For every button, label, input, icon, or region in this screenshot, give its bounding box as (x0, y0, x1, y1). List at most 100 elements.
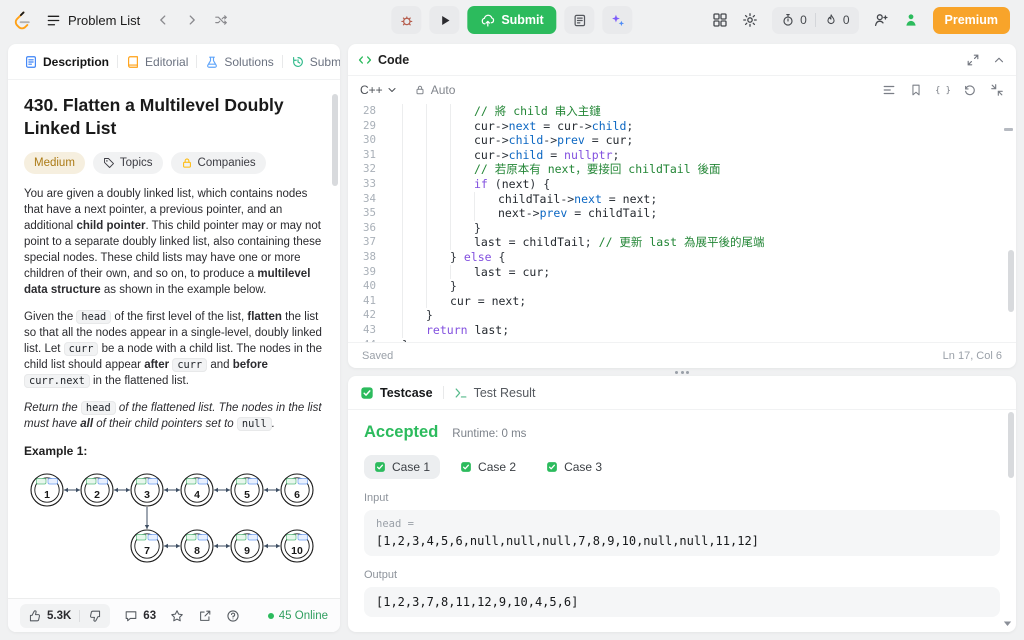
comment-count: 63 (143, 609, 157, 622)
streak-button[interactable]: 0 (824, 13, 850, 27)
auto-label: Auto (430, 83, 456, 97)
notes-button[interactable] (564, 6, 595, 34)
help-icon (227, 609, 239, 622)
input-box[interactable]: head = [1,2,3,4,5,6,null,null,null,7,8,9… (364, 510, 1000, 556)
tab-solutions[interactable]: Solutions (197, 44, 281, 79)
code-line: 39 last = cur; (348, 264, 1008, 280)
ai-assistant-button[interactable] (602, 6, 633, 34)
leetcode-logo[interactable] (12, 10, 33, 31)
timer-button[interactable]: 0 (781, 13, 807, 27)
overview-ruler-mark (1004, 128, 1013, 131)
inline-code: curr (63, 341, 99, 356)
random-problem-button[interactable] (214, 13, 228, 27)
dislike-button[interactable] (88, 609, 102, 623)
code-line: 37 last = childTail; // 更新 last 為展平後的尾端 (348, 235, 1008, 250)
line-number: 30 (362, 133, 376, 147)
undo-icon[interactable] (963, 83, 977, 97)
debug-bug-icon (400, 15, 412, 25)
editor-toolbar: C++ Auto { } (348, 76, 1016, 104)
next-problem-button[interactable] (185, 13, 199, 27)
comments-button[interactable]: 63 (124, 609, 156, 623)
auto-toggle[interactable]: Auto (414, 83, 456, 97)
debug-button[interactable] (391, 6, 422, 34)
help-button[interactable] (226, 609, 240, 623)
difficulty-badge[interactable]: Medium (24, 151, 85, 174)
invite-button[interactable] (873, 12, 889, 28)
line-number: 36 (362, 220, 376, 234)
bookmark-icon[interactable] (909, 83, 923, 97)
profile-button[interactable] (903, 12, 919, 28)
left-scrollbar-thumb[interactable] (332, 94, 338, 186)
share-button[interactable] (198, 609, 212, 623)
output-value: [1,2,3,7,8,11,12,9,10,4,5,6] (376, 595, 579, 609)
code-panel: Code C++ Auto { } 28// 將 child 串入主鏈29cur… (348, 44, 1016, 368)
tab-submissions[interactable]: Submissions (283, 44, 340, 79)
settings-button[interactable] (742, 12, 758, 28)
tab-description[interactable]: Description (16, 44, 117, 79)
description-paragraph: You are given a doubly linked list, whic… (24, 187, 322, 296)
submit-button[interactable]: Submit (467, 6, 557, 34)
code-line: 31 cur->child = nullptr; (348, 147, 1008, 163)
run-button[interactable] (429, 6, 460, 34)
code-editor[interactable]: 28// 將 child 串入主鏈 29 cur->next = cur->chil… (348, 104, 1008, 342)
tab-label: Solutions (224, 54, 274, 69)
problem-list-button[interactable]: Problem List (46, 13, 140, 28)
collapse-panel-icon[interactable] (992, 53, 1006, 67)
premium-button[interactable]: Premium (932, 6, 1010, 34)
companies-label: Companies (197, 156, 256, 169)
submissions-icon (292, 56, 303, 67)
check-square-icon (461, 462, 471, 472)
panel-resize-handle[interactable] (668, 368, 696, 376)
editorial-icon (128, 55, 138, 68)
list-node: 2 (80, 472, 114, 507)
braces-icon[interactable]: { } (936, 83, 950, 97)
tab-test-result[interactable]: Test Result (454, 386, 535, 400)
tab-testcase[interactable]: Testcase (360, 386, 433, 400)
code-line: 43 return last; (348, 322, 1008, 338)
topics-badge[interactable]: Topics (92, 151, 163, 174)
topbar-actions: Submit (391, 6, 633, 34)
scroll-down-icon[interactable] (1001, 617, 1014, 630)
tag-icon (103, 157, 114, 168)
output-box: [1,2,3,7,8,11,12,9,10,4,5,6] (364, 587, 1000, 617)
input-value[interactable]: [1,2,3,4,5,6,null,null,null,7,8,9,10,nul… (376, 534, 988, 548)
case-1-button[interactable]: Case 1 (364, 455, 441, 479)
case-3-button[interactable]: Case 3 (536, 455, 612, 479)
svg-text:2: 2 (94, 489, 100, 501)
expand-icon[interactable] (966, 53, 980, 67)
inline-code: curr.next (24, 373, 90, 388)
code-tab[interactable]: Code (358, 53, 409, 67)
tab-editorial[interactable]: Editorial (118, 44, 196, 79)
minimize-icon[interactable] (990, 83, 1004, 97)
line-number: 40 (362, 279, 376, 293)
case-label: Case 3 (564, 460, 603, 474)
problem-description: You are given a doubly linked list, whic… (24, 186, 324, 432)
code-icon (358, 55, 372, 64)
problem-content[interactable]: 430. Flatten a Multilevel Doubly Linked … (8, 80, 340, 598)
thumbs-down-icon (90, 610, 101, 622)
shuffle-icon (215, 15, 228, 25)
problem-footer: 5.3K 63 45 Online (8, 598, 340, 632)
language-selector[interactable]: C++ (360, 83, 398, 97)
input-field-name: head = (376, 518, 414, 530)
testcase-scrollbar-thumb[interactable] (1008, 412, 1014, 478)
editor-scrollbar-thumb[interactable] (1008, 250, 1014, 312)
description-paragraph: Given the head of the first level of the… (24, 309, 322, 388)
companies-badge[interactable]: Companies (170, 151, 266, 174)
case-label: Case 2 (478, 460, 517, 474)
result-row: Accepted Runtime: 0 ms (364, 423, 1000, 442)
inline-code: null (236, 416, 272, 431)
grid-icon (713, 13, 727, 27)
svg-text:7: 7 (144, 545, 150, 557)
timer-count: 0 (800, 13, 807, 27)
star-button[interactable] (170, 609, 184, 623)
format-icon[interactable] (882, 83, 896, 97)
line-number: 37 (362, 235, 376, 249)
sparkles-icon (611, 14, 624, 26)
apps-grid-button[interactable] (712, 12, 728, 28)
prev-problem-button[interactable] (156, 13, 170, 27)
case-2-button[interactable]: Case 2 (450, 455, 526, 479)
online-dot (267, 612, 274, 619)
testcase-header: Testcase Test Result (348, 376, 1016, 410)
like-button[interactable]: 5.3K (28, 609, 71, 623)
